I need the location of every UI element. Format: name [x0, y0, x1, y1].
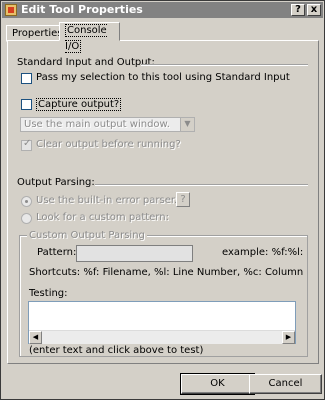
- output-window-value: Use the main output window.: [24, 119, 170, 130]
- question-mark-icon: ?: [180, 194, 186, 205]
- custom-output-group-title: Custom Output Parsing: [27, 230, 147, 241]
- cancel-button-label: Cancel: [268, 378, 303, 389]
- scroll-left-icon[interactable]: ◀: [29, 331, 42, 344]
- pass-selection-checkbox[interactable]: [21, 73, 32, 84]
- builtin-parser-label[interactable]: Use the built-in error parser.: [36, 195, 177, 206]
- tab-properties-label: Properties: [12, 28, 63, 39]
- pass-selection-label[interactable]: Pass my selection to this tool using Sta…: [36, 72, 290, 83]
- builtin-parser-radio[interactable]: [21, 196, 32, 207]
- title-bar[interactable]: Edit Tool Properties ? x: [2, 2, 323, 18]
- cancel-button[interactable]: Cancel: [249, 374, 322, 394]
- radio-dot-icon: [25, 200, 28, 203]
- clear-output-checkbox[interactable]: ✓: [21, 138, 32, 151]
- output-parsing-divider: [95, 184, 308, 186]
- custom-pattern-label[interactable]: Look for a custom pattern:: [36, 212, 169, 223]
- help-icon: ?: [295, 4, 301, 15]
- testing-hint: (enter text and click above to test): [29, 345, 204, 356]
- pattern-example: example: %f:%l:: [222, 247, 304, 258]
- ok-button[interactable]: OK: [180, 373, 255, 395]
- close-icon: x: [310, 4, 318, 15]
- pattern-input[interactable]: [76, 245, 193, 262]
- standard-io-heading: Standard Input and Output:: [17, 57, 155, 68]
- output-parsing-heading: Output Parsing:: [17, 177, 95, 188]
- window-title: Edit Tool Properties: [21, 3, 143, 16]
- dialog-window: Edit Tool Properties ? x Properties Cons…: [0, 0, 325, 400]
- checkmark-icon: ✓: [23, 138, 32, 149]
- chevron-down-icon: ▼: [180, 118, 194, 131]
- capture-output-label[interactable]: Capture output?: [36, 98, 122, 111]
- output-window-select[interactable]: Use the main output window. ▼: [20, 117, 195, 132]
- app-icon: [5, 4, 17, 16]
- testing-label: Testing:: [29, 288, 68, 299]
- capture-output-checkbox[interactable]: [21, 99, 32, 110]
- close-button[interactable]: x: [307, 4, 321, 16]
- testing-horizontal-scrollbar[interactable]: ◀ ▶: [29, 330, 295, 344]
- clear-output-label[interactable]: Clear output before running?: [36, 139, 181, 150]
- tab-console-io[interactable]: Console I/O: [59, 22, 120, 53]
- ok-button-label: OK: [210, 378, 225, 389]
- scroll-right-icon[interactable]: ▶: [282, 331, 295, 344]
- shortcuts-text: Shortcuts: %f: Filename, %l: Line Number…: [29, 267, 304, 278]
- custom-pattern-radio[interactable]: [21, 213, 32, 224]
- pattern-label: Pattern:: [37, 247, 77, 258]
- standard-io-divider: [141, 64, 308, 66]
- parser-help-button[interactable]: ?: [176, 192, 190, 207]
- help-title-button[interactable]: ?: [291, 4, 305, 16]
